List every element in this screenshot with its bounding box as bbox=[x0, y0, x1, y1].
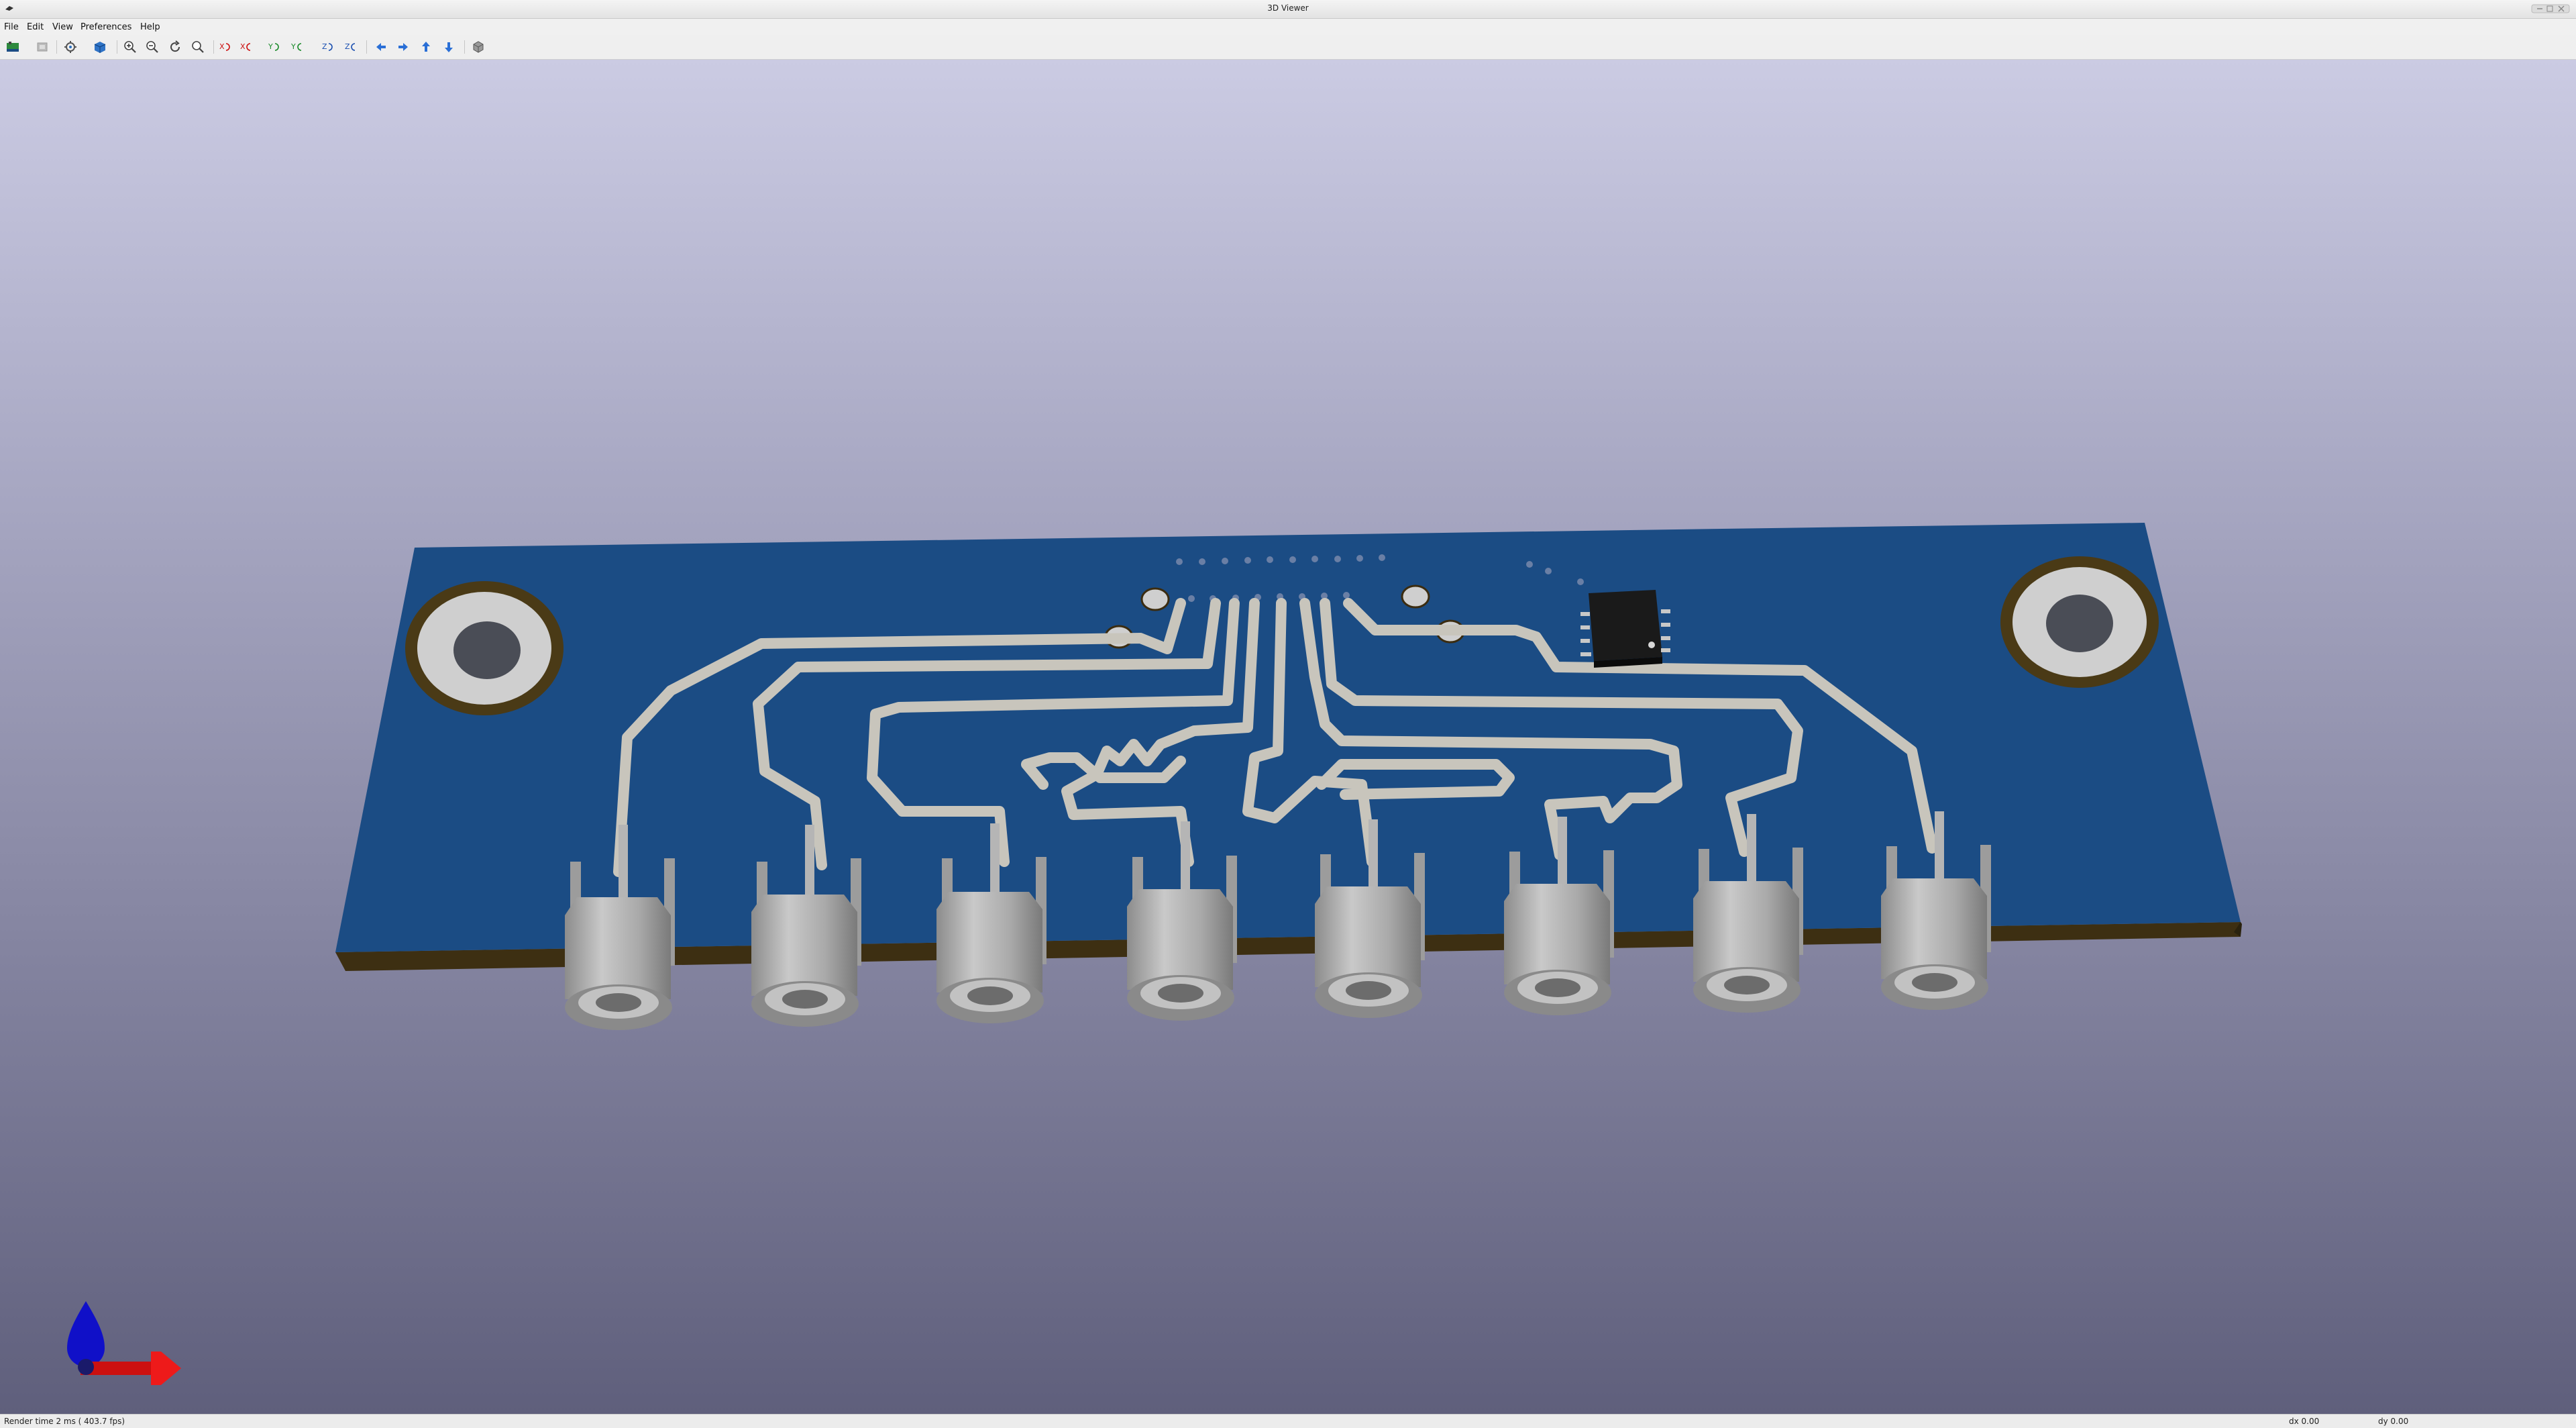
svg-text:X: X bbox=[240, 42, 246, 51]
pcb-scene bbox=[67, 523, 2242, 1385]
svg-text:Y: Y bbox=[268, 42, 273, 51]
render-options-icon[interactable] bbox=[5, 40, 20, 54]
rotate-reset-icon[interactable] bbox=[168, 40, 182, 54]
zoom-fit-icon[interactable] bbox=[191, 40, 205, 54]
dy-readout: dy 0.00 bbox=[2378, 1417, 2409, 1426]
rotate-z-cw-icon[interactable]: Z bbox=[321, 40, 335, 54]
rotate-z-ccw-icon[interactable]: Z bbox=[343, 40, 358, 54]
rotate-x-ccw-icon[interactable]: X bbox=[239, 40, 254, 54]
zoom-out-icon[interactable] bbox=[145, 40, 160, 54]
mounting-hole-right bbox=[2000, 556, 2159, 688]
dx-readout: dx 0.00 bbox=[2289, 1417, 2320, 1426]
board-3d-icon[interactable] bbox=[93, 40, 107, 54]
pan-down-icon[interactable] bbox=[441, 40, 456, 54]
pan-up-icon[interactable] bbox=[419, 40, 433, 54]
menu-preferences[interactable]: Preferences bbox=[80, 22, 131, 32]
menu-bar: File Edit View Preferences Help bbox=[0, 19, 2576, 35]
pan-right-icon[interactable] bbox=[396, 40, 411, 54]
title-bar: 3D Viewer bbox=[0, 0, 2576, 19]
mounting-hole-left bbox=[405, 581, 564, 715]
rotate-y-ccw-icon[interactable]: Y bbox=[290, 40, 305, 54]
render-time: Render time 2 ms ( 403.7 fps) bbox=[4, 1417, 125, 1426]
toolbar: X X Y Y Z Z bbox=[0, 35, 2576, 60]
menu-file[interactable]: File bbox=[4, 22, 19, 32]
rotate-y-cw-icon[interactable]: Y bbox=[267, 40, 282, 54]
window-title: 3D Viewer bbox=[1267, 3, 1309, 13]
menu-edit[interactable]: Edit bbox=[27, 22, 44, 32]
svg-text:Y: Y bbox=[290, 42, 296, 51]
window-controls[interactable] bbox=[2530, 3, 2571, 15]
axis-gizmo bbox=[67, 1301, 181, 1385]
svg-text:Z: Z bbox=[345, 42, 350, 51]
svg-text:Z: Z bbox=[322, 42, 327, 51]
refresh-icon[interactable] bbox=[63, 40, 78, 54]
menu-view[interactable]: View bbox=[52, 22, 73, 32]
menu-help[interactable]: Help bbox=[140, 22, 160, 32]
status-bar: Render time 2 ms ( 403.7 fps) dx 0.00 dy… bbox=[0, 1414, 2576, 1428]
orthographic-icon[interactable] bbox=[471, 40, 486, 54]
pan-left-icon[interactable] bbox=[374, 40, 388, 54]
3d-viewport[interactable] bbox=[0, 60, 2576, 1414]
rotate-x-cw-icon[interactable]: X bbox=[218, 40, 233, 54]
copy-image-icon[interactable] bbox=[35, 40, 50, 54]
svg-text:X: X bbox=[219, 42, 225, 51]
zoom-in-icon[interactable] bbox=[123, 40, 138, 54]
